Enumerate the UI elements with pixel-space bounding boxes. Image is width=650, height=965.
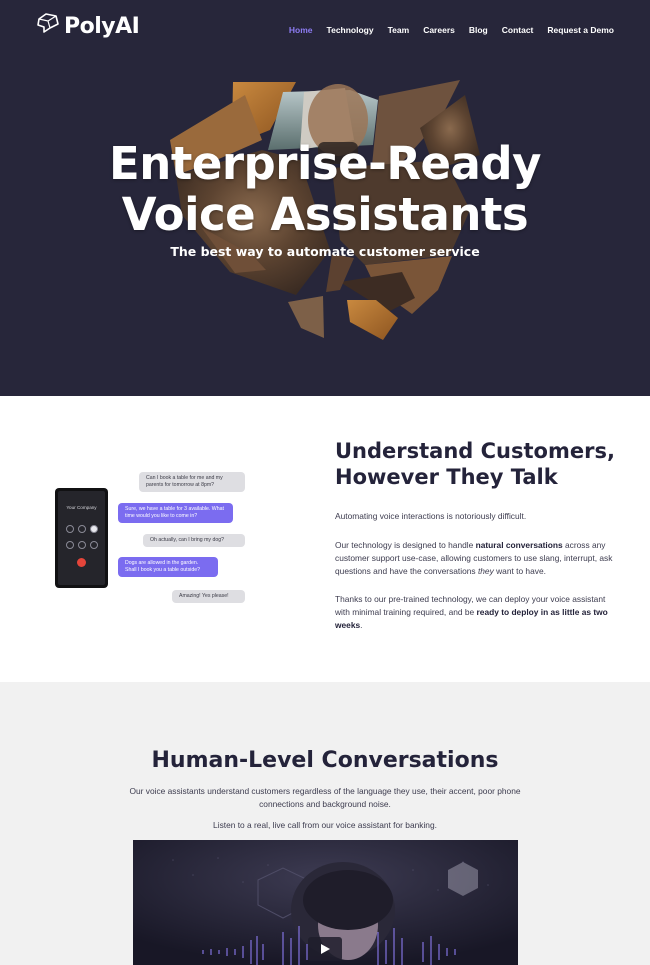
nav-team[interactable]: Team bbox=[388, 25, 410, 35]
logo-icon bbox=[36, 13, 60, 40]
section-title: Human-Level Conversations bbox=[151, 748, 499, 773]
nav-request-demo[interactable]: Request a Demo bbox=[547, 25, 614, 35]
end-call-icon bbox=[77, 558, 86, 567]
contacts-icon bbox=[90, 541, 98, 549]
polyai-logo[interactable]: PolyAI bbox=[36, 13, 140, 40]
video-icon bbox=[78, 541, 86, 549]
hero-title-line1: Enterprise-Ready bbox=[109, 137, 541, 190]
phone-illustration: Your Company bbox=[55, 488, 108, 588]
hero-title: Enterprise-Ready Voice Assistants bbox=[0, 138, 650, 240]
hero-section: PolyAI Home Technology Team Careers Blog… bbox=[0, 0, 650, 396]
hero-subtitle: The best way to automate customer servic… bbox=[170, 244, 480, 259]
nav-blog[interactable]: Blog bbox=[469, 25, 488, 35]
nav-contact[interactable]: Contact bbox=[502, 25, 534, 35]
chat-bubble: Amazing! Yes please! bbox=[172, 590, 245, 603]
mute-icon bbox=[66, 525, 74, 533]
paragraph: Thanks to our pre-trained technology, we… bbox=[335, 594, 608, 630]
play-icon[interactable] bbox=[308, 937, 342, 961]
chat-bubble: Oh actually, can I bring my dog? bbox=[143, 534, 245, 547]
chat-bubble: Sure, we have a table for 3 available. W… bbox=[118, 503, 233, 523]
nav-careers[interactable]: Careers bbox=[423, 25, 455, 35]
paragraph: Listen to a real, live call from our voi… bbox=[213, 820, 437, 830]
paragraph: Our technology is designed to handle nat… bbox=[335, 540, 613, 576]
nav-technology[interactable]: Technology bbox=[327, 25, 374, 35]
section-title-line2: However They Talk bbox=[335, 465, 558, 489]
phone-caller-name: Your Company bbox=[66, 505, 97, 510]
add-call-icon bbox=[66, 541, 74, 549]
paragraph: Our voice assistants understand customer… bbox=[129, 786, 521, 809]
paragraph: Automating voice interactions is notorio… bbox=[335, 511, 527, 521]
phone-screen: Your Company bbox=[58, 491, 105, 585]
section-title-line1: Understand Customers, bbox=[335, 439, 615, 463]
speaker-icon bbox=[90, 525, 98, 533]
human-level-section: Human-Level Conversations Our voice assi… bbox=[0, 682, 650, 965]
chat-bubble: Can I book a table for me and my parents… bbox=[139, 472, 245, 492]
logo-text: PolyAI bbox=[64, 14, 140, 39]
chat-bubble: Dogs are allowed in the garden. Shall I … bbox=[118, 557, 218, 577]
hero-title-line2: Voice Assistants bbox=[121, 188, 529, 241]
nav-home[interactable]: Home bbox=[289, 25, 313, 35]
section-title: Understand Customers, However They Talk bbox=[335, 438, 625, 490]
understand-section: Your Company Can I book a table for me a… bbox=[0, 396, 650, 682]
keypad-icon bbox=[78, 525, 86, 533]
main-nav: Home Technology Team Careers Blog Contac… bbox=[289, 25, 614, 35]
